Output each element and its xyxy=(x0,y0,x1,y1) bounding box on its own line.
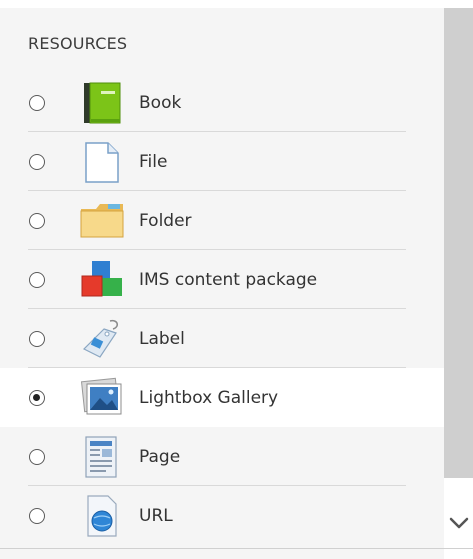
resource-option-file[interactable]: File xyxy=(0,132,444,191)
resource-label-folder: Folder xyxy=(139,211,192,231)
divider xyxy=(0,548,473,549)
gallery-icon xyxy=(80,377,122,415)
resource-option-book[interactable]: Book xyxy=(0,73,444,132)
file-icon xyxy=(85,142,119,183)
radio-url[interactable] xyxy=(29,508,45,524)
resource-label-file: File xyxy=(139,152,168,172)
radio-label[interactable] xyxy=(29,331,45,347)
radio-book[interactable] xyxy=(29,95,45,111)
radio-folder[interactable] xyxy=(29,213,45,229)
radio-lightbox-gallery[interactable] xyxy=(29,390,45,406)
radio-page[interactable] xyxy=(29,449,45,465)
scrollbar[interactable] xyxy=(444,8,473,478)
resource-option-label[interactable]: Label xyxy=(0,309,444,368)
radio-selected-dot xyxy=(33,394,40,401)
page-icon xyxy=(85,436,117,478)
resource-option-page[interactable]: Page xyxy=(0,427,444,486)
resource-label-label: Label xyxy=(139,329,185,349)
book-icon xyxy=(84,82,121,124)
resource-option-url[interactable]: URL xyxy=(0,486,444,545)
chevron-down-icon[interactable] xyxy=(448,512,470,534)
resource-label-page: Page xyxy=(139,447,181,467)
resource-label-url: URL xyxy=(139,506,173,526)
url-globe-icon xyxy=(87,495,117,537)
folder-icon xyxy=(80,204,124,238)
ims-package-icon xyxy=(81,261,122,297)
resource-label-book: Book xyxy=(139,93,182,113)
section-title: RESOURCES xyxy=(28,34,128,53)
radio-ims-content-package[interactable] xyxy=(29,272,45,288)
radio-file[interactable] xyxy=(29,154,45,170)
label-tag-icon xyxy=(82,319,118,358)
resource-option-ims-content-package[interactable]: IMS content package xyxy=(0,250,444,309)
resource-option-folder[interactable]: Folder xyxy=(0,191,444,250)
resource-label-ims-content-package: IMS content package xyxy=(139,270,318,290)
resource-label-lightbox-gallery: Lightbox Gallery xyxy=(139,388,279,408)
resource-option-lightbox-gallery[interactable]: Lightbox Gallery xyxy=(0,368,444,427)
